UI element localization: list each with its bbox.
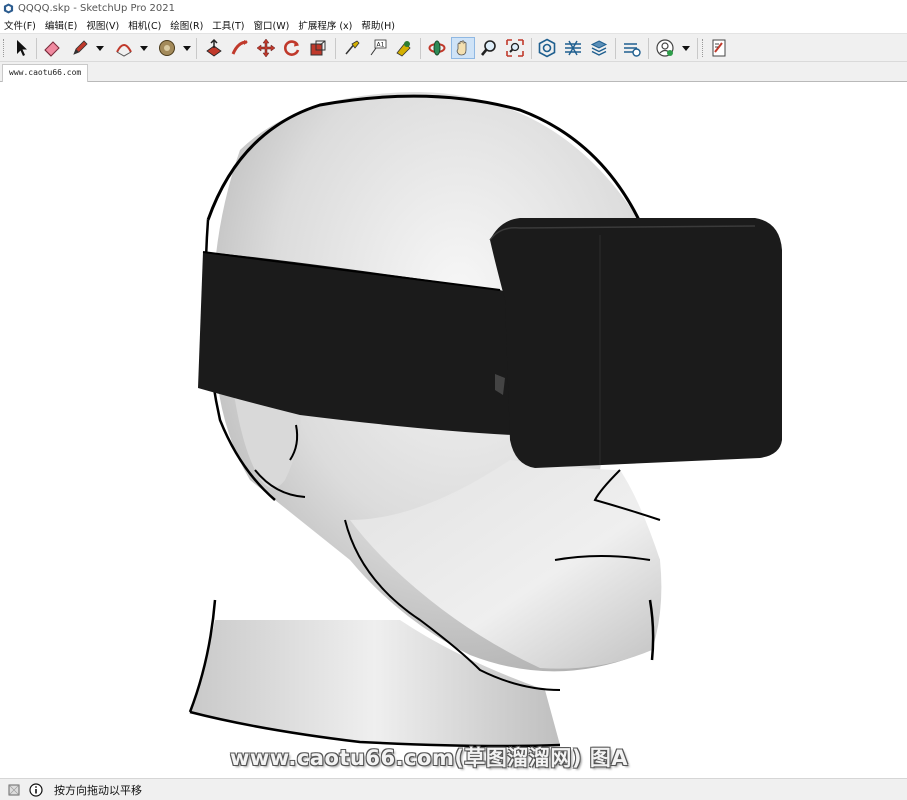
move-icon <box>256 38 276 58</box>
select-tool-button[interactable] <box>9 37 33 59</box>
chevron-down-icon[interactable] <box>183 44 191 52</box>
pan-icon <box>456 40 467 56</box>
scale-tool-button[interactable] <box>306 37 330 59</box>
pan-tool-button[interactable] <box>451 37 475 59</box>
follow-me-tool-button[interactable] <box>228 37 252 59</box>
menu-tools[interactable]: 工具(T) <box>212 18 244 32</box>
layout-button[interactable] <box>587 37 611 59</box>
scene-tab-bar: www.caotu66.com <box>0 62 907 82</box>
paint-bucket-icon <box>206 38 222 57</box>
scale-icon <box>310 40 326 56</box>
headset-visor <box>490 218 782 468</box>
model-info-button[interactable] <box>707 37 731 59</box>
model-info-icon <box>712 39 726 57</box>
paint-icon <box>396 41 411 57</box>
move-tool-button[interactable] <box>254 37 278 59</box>
tape-measure-tool-button[interactable] <box>340 37 364 59</box>
zoom-extents-tool-button[interactable] <box>503 37 527 59</box>
rotate-tool-button[interactable] <box>280 37 304 59</box>
geo-location-icon[interactable] <box>6 782 22 798</box>
rotate-icon <box>284 40 300 56</box>
info-icon[interactable] <box>28 782 44 798</box>
pencil-icon <box>73 40 88 55</box>
zoom-extents-icon <box>506 39 524 57</box>
orbit-icon <box>428 40 446 56</box>
menu-camera[interactable]: 相机(C) <box>128 18 161 32</box>
orbit-tool-button[interactable] <box>425 37 449 59</box>
extension-manager-button[interactable] <box>620 37 644 59</box>
sketchup-logo-icon <box>3 2 14 14</box>
menu-extensions[interactable]: 扩展程序 (x) <box>298 18 352 32</box>
chevron-down-icon[interactable] <box>140 44 148 52</box>
status-message: 按方向拖动以平移 <box>54 783 142 797</box>
menu-draw[interactable]: 绘图(R) <box>170 18 203 32</box>
toolbar-grip[interactable] <box>702 39 704 57</box>
vr-head-model <box>188 92 782 748</box>
select-icon <box>17 40 27 56</box>
eraser-tool-button[interactable] <box>40 37 64 59</box>
menu-bar: 文件(F) 编辑(E) 视图(V) 相机(C) 绘图(R) 工具(T) 窗口(W… <box>0 16 907 33</box>
warehouse-icon <box>538 38 556 58</box>
status-bar: 按方向拖动以平移 <box>0 778 907 800</box>
arc-icon <box>116 44 132 57</box>
svg-text:A1: A1 <box>377 42 385 49</box>
push-pull-tool-button[interactable] <box>155 37 179 59</box>
account-icon <box>656 39 674 57</box>
account-button[interactable] <box>653 37 677 59</box>
tape-measure-icon <box>345 40 360 55</box>
menu-edit[interactable]: 编辑(E) <box>45 18 77 32</box>
follow-me-icon <box>231 40 248 55</box>
paint-bucket-tool-button[interactable] <box>202 37 226 59</box>
watermark-text: www.caotu66.com(草图溜溜网) 图A <box>230 746 629 770</box>
3d-warehouse-button[interactable] <box>535 37 559 59</box>
title-bar: QQQQ.skp - SketchUp Pro 2021 <box>0 0 907 16</box>
zoom-icon <box>480 40 496 56</box>
push-pull-icon <box>159 40 175 56</box>
eraser-icon <box>44 41 60 57</box>
pencil-tool-button[interactable] <box>68 37 92 59</box>
window-title: QQQQ.skp - SketchUp Pro 2021 <box>18 2 176 14</box>
scene-tab[interactable]: www.caotu66.com <box>2 64 89 82</box>
menu-window[interactable]: 窗口(W) <box>254 18 290 32</box>
paint-tool-button[interactable] <box>392 37 416 59</box>
zoom-tool-button[interactable] <box>477 37 501 59</box>
toolbar-grip[interactable] <box>3 39 5 57</box>
layout-icon <box>590 40 608 56</box>
menu-view[interactable]: 视图(V) <box>86 18 119 32</box>
main-toolbar: A1 <box>0 33 907 62</box>
menu-file[interactable]: 文件(F) <box>4 18 36 32</box>
text-tool-button[interactable]: A1 <box>366 37 390 59</box>
arc-tool-button[interactable] <box>112 37 136 59</box>
chevron-down-icon[interactable] <box>682 44 690 52</box>
extension-warehouse-button[interactable] <box>561 37 585 59</box>
chevron-down-icon[interactable] <box>96 44 104 52</box>
extension-manager-icon <box>624 43 641 57</box>
text-icon: A1 <box>370 39 387 56</box>
modeling-viewport[interactable]: www.caotu66.com(草图溜溜网) 图A <box>0 82 907 778</box>
menu-help[interactable]: 帮助(H) <box>361 18 395 32</box>
extension-warehouse-icon <box>565 40 581 56</box>
